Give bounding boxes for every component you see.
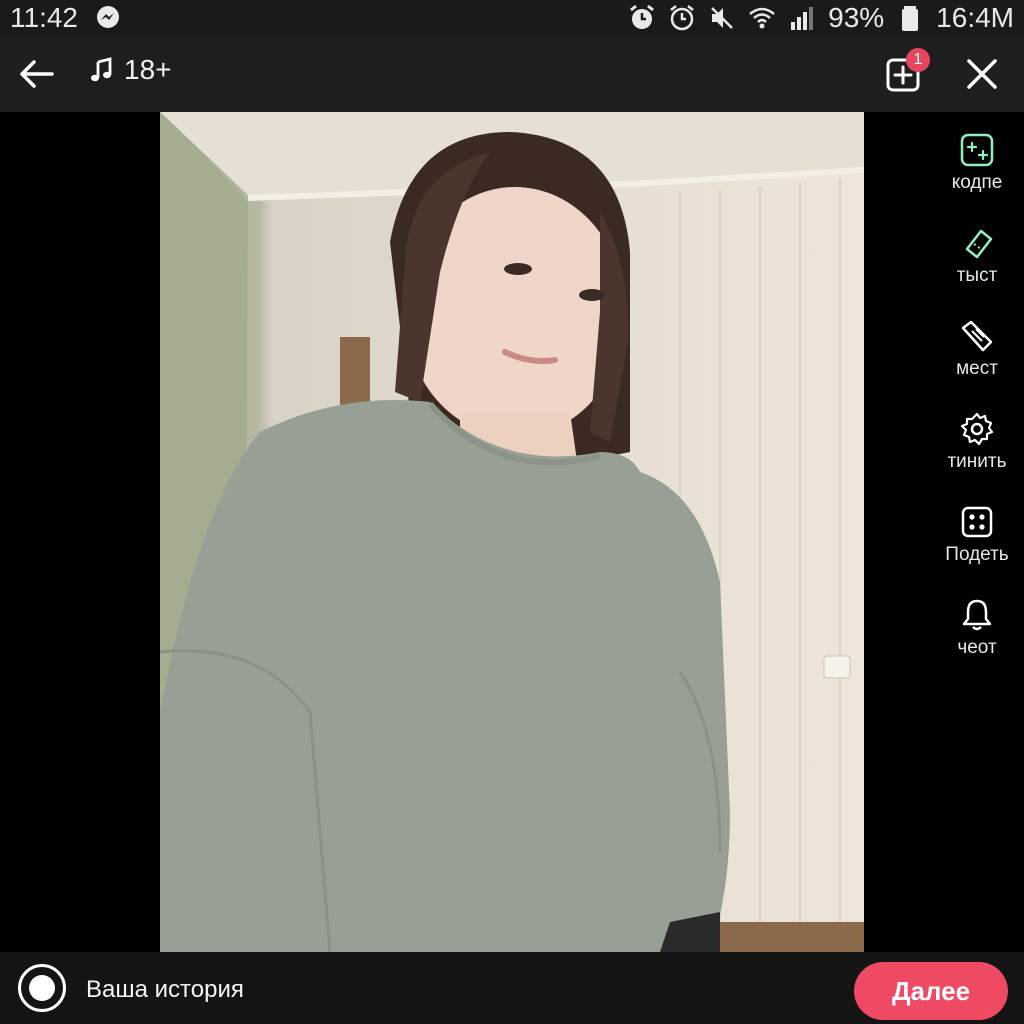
wifi-icon [748,4,776,32]
tool-bell[interactable]: чеот [936,597,1018,659]
ticket-icon [965,229,993,259]
music-note-icon [91,57,112,82]
tool-label: тыст [956,265,998,286]
mute-icon [708,4,736,32]
tool-label: кодпе [951,172,1003,193]
next-button[interactable]: Далее [854,962,1008,1020]
tool-tag[interactable]: мест [936,318,1018,380]
top-app-bar: 18+ 1 [0,36,1024,112]
bottom-bar: Ваша история Далее [0,952,1024,1024]
arrow-left-icon [20,60,54,88]
tool-label: мест [956,358,998,379]
back-button[interactable] [14,52,58,96]
tag-icon [961,320,993,352]
dice-icon [961,506,993,538]
tool-dice[interactable]: Подеть [936,504,1018,566]
signal-icon [788,4,816,32]
your-story-radio[interactable] [18,964,66,1012]
close-icon [967,59,997,89]
tool-ticket[interactable]: тыст [936,225,1018,287]
tool-settings[interactable]: тинить [936,411,1018,473]
network-speed: 16:4M [936,2,1014,33]
story-photo[interactable] [160,112,864,952]
your-story-label[interactable]: Ваша история [86,976,244,1004]
status-time: 11:42 [10,2,78,33]
battery-icon [896,4,924,32]
photo-illustration [160,112,864,952]
radio-dot [29,975,55,1001]
alarm-icon [668,4,696,32]
tool-sticker[interactable]: кодпе [936,132,1018,194]
sparkle-square-icon [960,133,994,167]
battery-percent: 93% [828,2,885,33]
messenger-icon [94,4,122,32]
tool-label: чеот [957,637,997,658]
status-bar: 11:42 93% 16:4M [0,0,1024,36]
music-selector[interactable]: 18+ [88,54,172,86]
gear-icon [960,412,994,446]
bell-icon [962,599,992,631]
music-label: 18+ [124,54,172,85]
story-editor-stage: кодпе тыст мест тинить Подеть чеот [0,112,1024,952]
close-button[interactable] [960,52,1004,96]
tool-label: тинить [947,451,1007,472]
tool-label: Подеть [945,544,1009,565]
alarm-clock-icon [628,4,656,32]
notification-badge: 1 [906,48,930,72]
